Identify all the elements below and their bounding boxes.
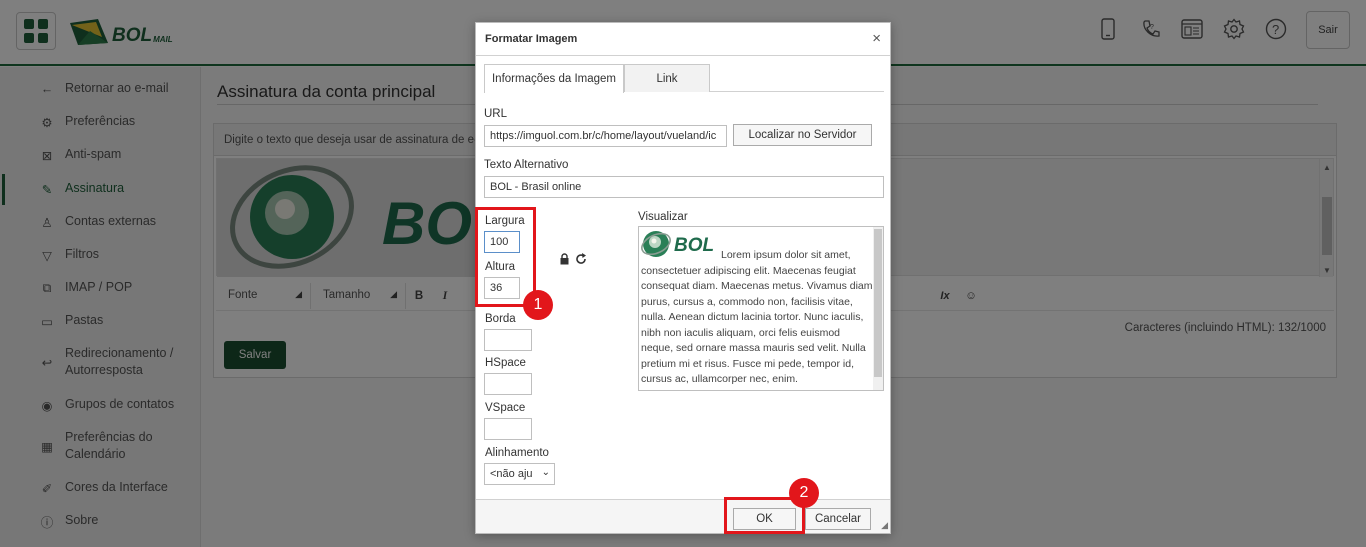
highlight-box-size [475, 207, 536, 307]
preview-label: Visualizar [638, 211, 688, 223]
preview-lorem-text: Lorem ipsum dolor sit amet, consectetuer… [641, 249, 873, 385]
chevron-down-icon: ⌄ [541, 467, 550, 478]
url-label: URL [484, 108, 508, 120]
tab-image-info[interactable]: Informações da Imagem [484, 64, 624, 93]
step-badge-2: 2 [789, 478, 819, 508]
hspace-input[interactable] [484, 373, 532, 395]
preview-scrollbar[interactable] [873, 227, 883, 390]
alignment-select-value: <não aju [490, 468, 533, 480]
vspace-label: VSpace [485, 402, 526, 414]
preview-content: BOL Lorem ipsum dolor sit amet, consecte… [641, 229, 873, 388]
alt-text-input[interactable]: BOL - Brasil online [484, 176, 884, 198]
reset-size-icon[interactable] [575, 253, 587, 268]
svg-text:BOL: BOL [674, 235, 714, 256]
dialog-tabs: Informações da Imagem Link [484, 64, 884, 93]
hspace-label: HSpace [485, 357, 526, 369]
dialog-title: Formatar Imagem [476, 23, 890, 56]
tab-link[interactable]: Link [624, 64, 710, 92]
url-input[interactable]: https://imguol.com.br/c/home/layout/vuel… [484, 125, 727, 147]
border-input[interactable] [484, 329, 532, 351]
step-badge-1: 1 [523, 290, 553, 320]
lock-ratio-icon[interactable] [559, 253, 570, 268]
resize-handle-icon[interactable]: ◢ [881, 520, 888, 531]
preview-scroll-thumb[interactable] [874, 229, 882, 377]
dialog-footer: OK Cancelar ◢ [476, 499, 890, 533]
preview-bol-logo: BOL [641, 229, 721, 264]
alignment-label: Alinhamento [485, 447, 549, 459]
alt-text-label: Texto Alternativo [484, 159, 569, 171]
vspace-input[interactable] [484, 418, 532, 440]
image-preview: BOL Lorem ipsum dolor sit amet, consecte… [638, 226, 884, 391]
alignment-select[interactable]: <não aju ⌄ [484, 463, 555, 485]
border-label: Borda [485, 313, 516, 325]
cancel-button[interactable]: Cancelar [805, 508, 871, 530]
browse-server-button[interactable]: Localizar no Servidor [733, 124, 872, 146]
close-icon[interactable]: × [872, 30, 881, 48]
format-image-dialog: Formatar Imagem × Informações da Imagem … [475, 22, 891, 534]
